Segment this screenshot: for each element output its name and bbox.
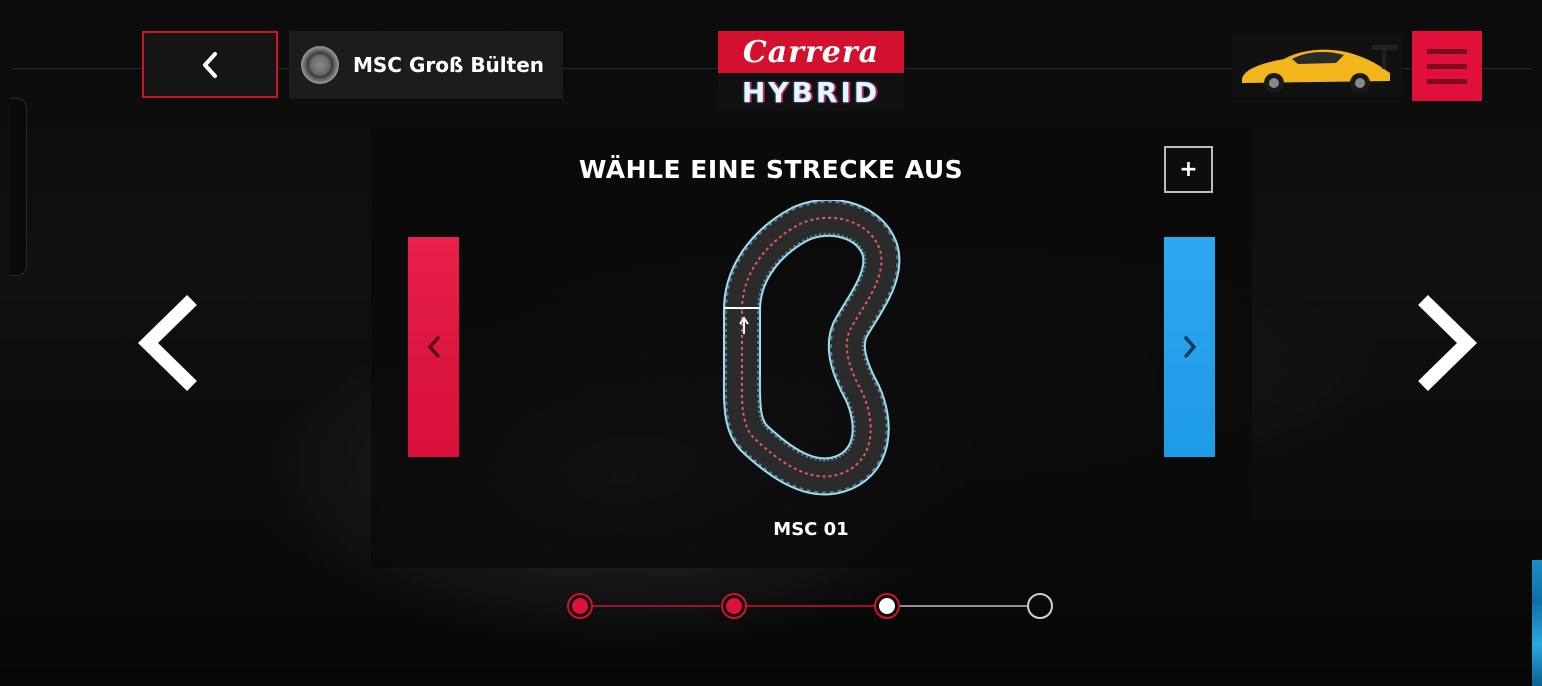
club-name: MSC Groß Bülten [353, 53, 545, 77]
side-drawer-handle[interactable] [10, 98, 27, 276]
menu-button[interactable] [1412, 31, 1482, 101]
race-car-icon [1242, 45, 1398, 93]
back-button[interactable] [142, 31, 278, 98]
hamburger-icon [1427, 48, 1467, 54]
step-3-current-icon [874, 593, 900, 619]
step-4-pending-icon [1027, 593, 1053, 619]
chevron-left-icon [203, 51, 217, 78]
chevron-left-icon [427, 336, 440, 358]
chevron-left-icon [137, 294, 197, 392]
logo-carrera: Carrera [718, 31, 904, 73]
next-page-arrow[interactable] [1405, 288, 1485, 398]
chevron-right-icon [1418, 294, 1478, 392]
track-map-icon [722, 198, 901, 496]
track-selection-screen: MSC Groß Bülten Carrera HYBRID WÄHLE EIN… [0, 0, 1542, 686]
next-track-button[interactable] [1164, 237, 1215, 457]
hamburger-icon-bar [1427, 63, 1467, 69]
previous-page-arrow[interactable] [130, 288, 210, 398]
logo-hybrid: HYBRID [718, 73, 904, 111]
step-1-done-icon [567, 593, 593, 619]
carrera-hybrid-logo: Carrera HYBRID [718, 31, 904, 111]
club-avatar-icon [301, 46, 339, 84]
track-layout-preview[interactable] [700, 198, 920, 500]
step-2-done-icon [721, 593, 747, 619]
panel-title: WÄHLE EINE STRECKE AUS [578, 155, 964, 184]
plus-icon: + [1179, 157, 1198, 182]
selected-car-thumbnail[interactable] [1232, 33, 1402, 97]
progress-stepper [560, 588, 1060, 624]
add-track-button[interactable]: + [1164, 146, 1213, 193]
club-selector[interactable]: MSC Groß Bülten [289, 31, 563, 99]
track-name: MSC 01 [773, 519, 849, 540]
previous-track-button[interactable] [408, 237, 459, 457]
edge-decoration [1532, 560, 1542, 686]
hamburger-icon-bar [1427, 78, 1467, 84]
chevron-right-icon [1183, 336, 1196, 358]
stepper-graphic [567, 593, 1053, 619]
